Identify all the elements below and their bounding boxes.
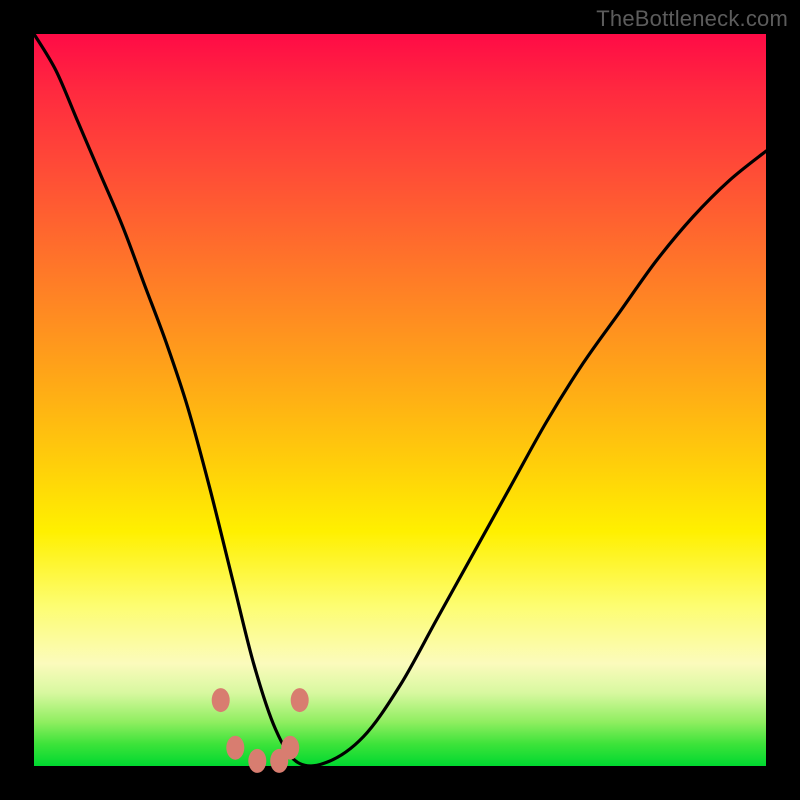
curve-marker [226,736,244,760]
watermark-text: TheBottleneck.com [596,6,788,32]
curve-marker [212,688,230,712]
plot-area [34,34,766,766]
bottleneck-curve [34,34,766,766]
curve-marker [291,688,309,712]
chart-frame: TheBottleneck.com [0,0,800,800]
curve-marker [281,736,299,760]
curve-marker [248,749,266,773]
